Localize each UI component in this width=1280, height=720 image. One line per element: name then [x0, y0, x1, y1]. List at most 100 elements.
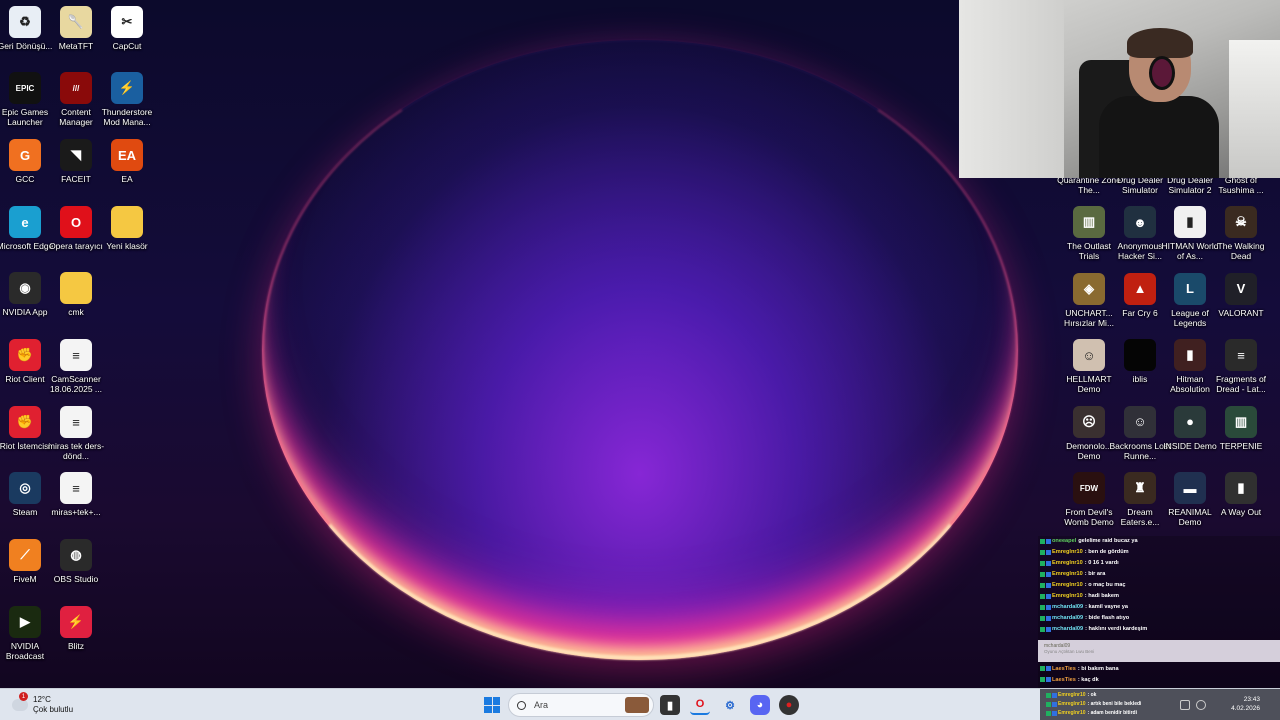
network-icon[interactable]	[1180, 700, 1190, 710]
chat-text: : o maç bu maç	[1084, 582, 1126, 588]
chat-username: mchardal09	[1052, 615, 1084, 621]
chat-text: : ben de gördüm	[1084, 549, 1129, 555]
game-icon: ▮	[1174, 206, 1206, 238]
desktop-icon-the-outlast-trials[interactable]: ▥ The Outlast Trials	[1061, 206, 1117, 272]
mod-badge-icon	[1040, 550, 1045, 555]
file-app-icon[interactable]: ▮	[660, 695, 680, 715]
desktop-icon-cmk[interactable]: cmk	[48, 272, 104, 338]
game-icon: ▥	[1073, 206, 1105, 238]
obs-taskbar-icon[interactable]: ●	[779, 695, 799, 715]
chat-text: : ok	[1087, 692, 1097, 698]
desktop-icon-riot-i-stemcisi[interactable]: ✊ Riot İstemcisi	[0, 406, 53, 472]
chat-text: : bir ara	[1084, 571, 1106, 577]
desktop-icon-miras-tek[interactable]: ≡ miras+tek+...	[48, 472, 104, 538]
desktop-icon-reanimal-demo[interactable]: ▬ REANIMAL Demo	[1162, 472, 1218, 538]
chat-text: : adam benidir bitirdi	[1087, 710, 1137, 716]
search-box[interactable]: Ara	[508, 693, 654, 717]
discord-taskbar-icon[interactable]: ◕	[750, 695, 770, 715]
desktop-icon-camscanner-18-06-2025[interactable]: ≡ CamScanner 18.06.2025 ...	[48, 339, 104, 405]
folder-icon	[60, 272, 92, 304]
desktop-icon-a-way-out[interactable]: ▮ A Way Out	[1213, 472, 1269, 538]
desktop-icon-label: EA	[121, 174, 133, 184]
desktop-icon-thunderstore-mod-mana[interactable]: ⚡ Thunderstore Mod Mana...	[99, 72, 155, 138]
desktop-icon-geri-d-n[interactable]: ♻ Geri Dönüşü...	[0, 6, 53, 72]
steam-icon: ◎	[9, 472, 41, 504]
desktop-icon-dream-eaters-e[interactable]: ♜ Dream Eaters.e...	[1112, 472, 1168, 538]
desktop-icon-fragments-of-dread-lat[interactable]: ≡ Fragments of Dread - Lat...	[1213, 339, 1269, 405]
desktop-icon-league-of-legends[interactable]: L League of Legends	[1162, 272, 1218, 339]
mod-badge-icon	[1040, 605, 1045, 610]
recycle-bin-icon: ♻	[9, 6, 41, 38]
desktop-icon-fivem[interactable]: ⟋ FiveM	[0, 539, 53, 605]
desktop-icon-terpenie[interactable]: ▥ TERPENIE	[1213, 405, 1269, 472]
chat-text: : kamil vayne ya	[1085, 604, 1129, 610]
chat-message: Emreglnr10: bir ara	[1038, 569, 1280, 580]
start-button[interactable]	[484, 697, 500, 713]
chat-message: Emreglnr10: artık beni bile bekledi	[1044, 700, 1141, 709]
mod-badge-icon	[1040, 594, 1045, 599]
desktop-icon-metatft[interactable]: 🥄 MetaTFT	[48, 6, 104, 72]
desktop-icon-hitman-absolution[interactable]: ▮ Hitman Absolution	[1162, 339, 1218, 405]
game-icon: ▬	[1174, 472, 1206, 504]
desktop-icon-label: The Walking Dead	[1217, 241, 1265, 261]
desktop-icon-hellmart-demo[interactable]: ☺ HELLMART Demo	[1061, 339, 1117, 405]
desktop-icon-miras-tek-ders-d-nd[interactable]: ≡ miras tek ders-dönd...	[48, 406, 104, 472]
desktop-icon-obs-studio[interactable]: ◍ OBS Studio	[48, 539, 104, 605]
game-icon: ☠	[1225, 206, 1257, 238]
desktop-icon-microsoft-edge[interactable]: e Microsoft Edge	[0, 206, 53, 272]
game-icon: ☺	[1124, 405, 1156, 438]
desktop-icon-inside-demo[interactable]: ● INSIDE Demo	[1162, 405, 1218, 472]
desktop-icon-content-manager[interactable]: ///Content Manager	[48, 72, 104, 138]
desktop-icon-gcc[interactable]: G GCC	[0, 139, 53, 205]
volume-icon[interactable]	[1196, 700, 1206, 710]
desktop-icon-nvidia-app[interactable]: ◉ NVIDIA App	[0, 272, 53, 338]
chat-text: : bide flash atıyo	[1085, 615, 1130, 621]
mod-badge-icon	[1040, 677, 1045, 682]
desktop-icon-faceit[interactable]: ◥ FACEIT	[48, 139, 104, 205]
game-icon: ▮	[1225, 472, 1257, 504]
desktop-icon-riot-client[interactable]: ✊ Riot Client	[0, 339, 53, 405]
desktop-icon-steam[interactable]: ◎ Steam	[0, 472, 53, 538]
game-icon: ▮	[1174, 339, 1206, 371]
mod-badge-icon	[1040, 627, 1045, 632]
desktop-icon-nvidia-broadcast[interactable]: ▶ NVIDIA Broadcast	[0, 606, 53, 672]
webcam-background-shelf	[1229, 40, 1280, 178]
desktop-icon-label: miras tek ders-dönd...	[47, 441, 105, 461]
cloud-icon: 1	[12, 692, 28, 711]
desktop-icon-hitman-world-of-as[interactable]: ▮ HITMAN World of As...	[1162, 206, 1219, 272]
opera-taskbar-icon[interactable]: O	[690, 695, 710, 715]
desktop-icon-the-walking-dead[interactable]: ☠ The Walking Dead	[1213, 206, 1269, 272]
desktop-icon-anonymous-hacker-si[interactable]: ☻ Anonymous Hacker Si...	[1112, 206, 1168, 272]
desktop-icon-label: Fragments of Dread - Lat...	[1215, 374, 1267, 394]
settings-taskbar-icon[interactable]: ⚙	[720, 695, 740, 715]
weather-widget[interactable]: 1 12°C Çok bulutlu	[12, 692, 102, 717]
chat-message: Emreglnr10: 0 16 1 vardı	[1038, 558, 1280, 569]
desktop-icon-yeni-klas-r[interactable]: Yeni klasör	[99, 206, 155, 272]
desktop-icon-from-devil-s-womb-demo[interactable]: FDW From Devil's Womb Demo	[1061, 472, 1117, 538]
chat-username: Emreglnr10	[1052, 571, 1083, 577]
edge-icon: e	[9, 206, 41, 238]
desktop-icon-iblis[interactable]: iblis	[1112, 339, 1168, 405]
mod-badge-icon	[1046, 702, 1051, 707]
desktop-icon-unchart-h-rs-zlar-mi[interactable]: ◈ UNCHART... Hırsızlar Mi...	[1061, 272, 1117, 339]
desktop-icon-backrooms-lost-runne[interactable]: ☺ Backrooms Lost Runne...	[1110, 405, 1170, 472]
desktop-icon-epic-games-launcher[interactable]: EPIC Epic Games Launcher	[0, 72, 53, 138]
desktop-icon-capcut[interactable]: ✂ CapCut	[99, 6, 155, 72]
desktop-icon-valorant[interactable]: V VALORANT	[1213, 272, 1269, 339]
desktop-icon-blitz[interactable]: ⚡ Blitz	[48, 606, 104, 672]
capcut-icon: ✂	[111, 6, 143, 38]
sub-badge-icon	[1052, 693, 1057, 698]
sub-badge-icon	[1046, 539, 1051, 544]
desktop-icon-demonolo-demo[interactable]: ☹ Demonolo... Demo	[1061, 405, 1117, 472]
chat-text: : haklını verdi kardeşim	[1085, 626, 1148, 632]
desktop-icon-ea[interactable]: EA EA	[99, 139, 155, 205]
chat-username: Emreglnr10	[1052, 582, 1083, 588]
desktop-icon-opera-taray-c[interactable]: O Opera tarayıcı	[48, 206, 104, 272]
clock[interactable]: 23:43 4.02.2026	[1231, 695, 1260, 713]
webcam-person-hair	[1127, 28, 1193, 58]
chat-username: LaesTies	[1052, 665, 1076, 672]
search-icon	[517, 700, 526, 710]
chat-message: Emreglnr10: o maç bu maç	[1038, 580, 1280, 591]
desktop-icon-far-cry-6[interactable]: ▲ Far Cry 6	[1112, 272, 1168, 339]
document-icon: ≡	[60, 406, 92, 438]
